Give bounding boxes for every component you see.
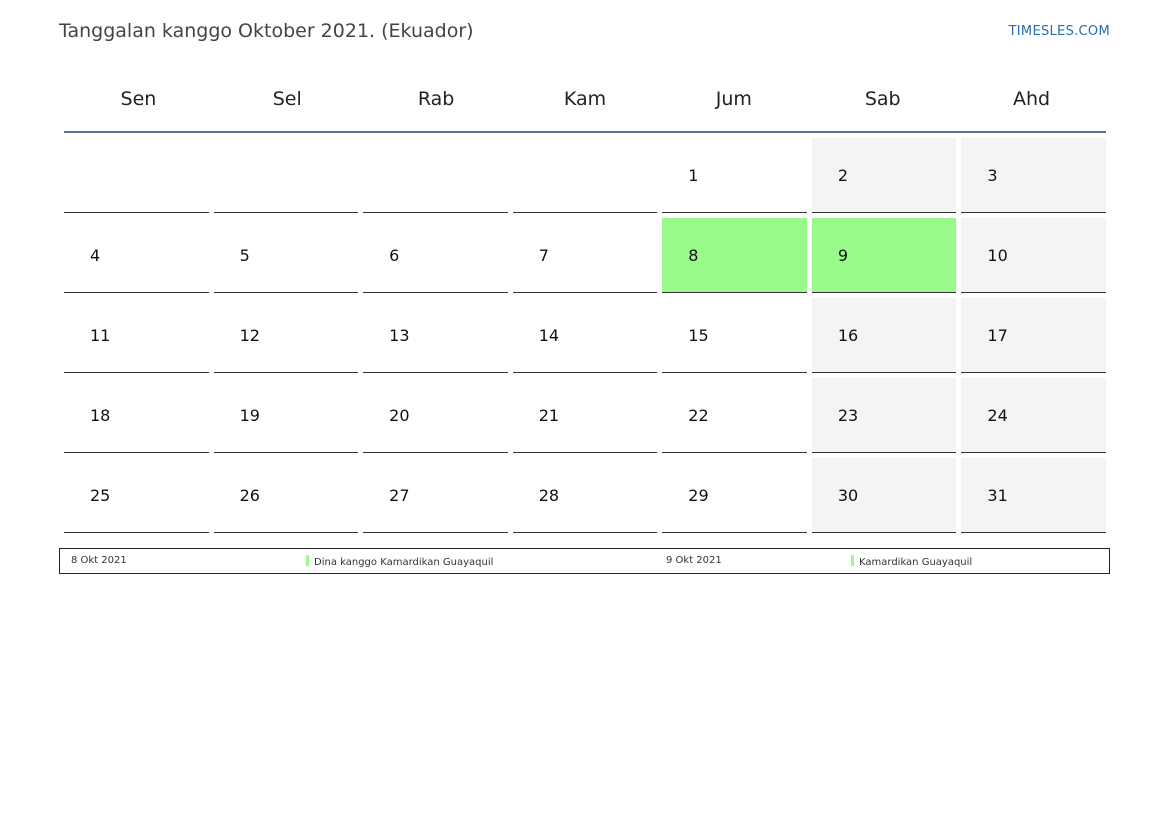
day-cell[interactable]: 8 [662, 218, 807, 293]
day-number: 5 [239, 246, 250, 265]
day-number: 28 [538, 486, 560, 505]
day-number: 10 [987, 246, 1008, 265]
day-number: 2 [837, 166, 849, 185]
day-number: 17 [987, 326, 1008, 345]
holiday-legend: 8 Okt 2021 Dina kanggo Kamardikan Guayaq… [59, 548, 1110, 574]
legend-holiday-name: Kamardikan Guayaquil [851, 555, 972, 568]
day-number: 3 [987, 166, 998, 185]
calendar-week-row: 25 26 27 28 29 30 31 [64, 458, 1106, 533]
holiday-marker [851, 555, 854, 566]
calendar: Sen Sel Rab Kam Jum Sab Ahd 1 2 3 4 5 6 7 8 9 10 1… [64, 70, 1106, 538]
day-cell[interactable]: 2 [811, 138, 957, 213]
calendar-week-row: 18 19 20 21 22 23 24 [64, 378, 1106, 453]
day-cell[interactable]: 16 [811, 298, 957, 373]
weekday-label: Sab [864, 88, 901, 110]
day-cell[interactable]: 28 [512, 458, 658, 533]
empty-day-cell [64, 138, 209, 213]
day-cell[interactable]: 17 [961, 298, 1106, 373]
empty-day-cell [213, 138, 359, 213]
weekday-label: Sel [272, 88, 302, 110]
legend-date: 9 Okt 2021 [666, 555, 722, 566]
day-number: 7 [538, 246, 549, 265]
day-cell[interactable]: 31 [961, 458, 1106, 533]
day-cell[interactable]: 11 [64, 298, 209, 373]
day-cell[interactable]: 21 [512, 378, 658, 453]
day-cell[interactable]: 7 [512, 218, 658, 293]
day-number: 15 [688, 326, 709, 345]
day-number: 19 [239, 406, 260, 425]
weekday-header-row: Sen Sel Rab Kam Jum Sab Ahd [64, 70, 1106, 133]
day-cell[interactable]: 20 [363, 378, 508, 453]
day-number: 18 [90, 406, 111, 425]
calendar-week-row: 4 5 6 7 8 9 10 [64, 218, 1106, 293]
day-number: 29 [688, 486, 709, 505]
weekday-label: Rab [417, 88, 455, 110]
day-number: 1 [688, 166, 699, 185]
day-cell[interactable]: 12 [213, 298, 359, 373]
day-cell[interactable]: 6 [363, 218, 508, 293]
day-number: 25 [90, 486, 111, 505]
day-cell[interactable]: 29 [662, 458, 807, 533]
day-cell[interactable]: 3 [961, 138, 1106, 213]
day-number: 27 [389, 486, 410, 505]
day-cell[interactable]: 22 [662, 378, 807, 453]
calendar-week-row: 11 12 13 14 15 16 17 [64, 298, 1106, 373]
legend-holiday-label: Kamardikan Guayaquil [859, 557, 973, 568]
day-number: 14 [538, 326, 560, 345]
day-number: 11 [90, 326, 111, 345]
day-cell[interactable]: 4 [64, 218, 209, 293]
weekday-label: Jum [715, 88, 752, 110]
day-cell[interactable]: 25 [64, 458, 209, 533]
day-number: 31 [987, 486, 1008, 505]
weekday-label: Ahd [1013, 88, 1051, 110]
day-number: 23 [837, 406, 859, 425]
day-number: 9 [837, 246, 849, 265]
day-number: 8 [688, 246, 699, 265]
day-cell[interactable]: 18 [64, 378, 209, 453]
legend-holiday-name: Dina kanggo Kamardikan Guayaquil [306, 555, 493, 568]
day-cell[interactable]: 19 [213, 378, 359, 453]
day-number: 6 [389, 246, 400, 265]
day-number: 13 [389, 326, 410, 345]
calendar-weeks: 1 2 3 4 5 6 7 8 9 10 11 12 13 14 15 16 17 18 19 20 21 22 23 24 2… [64, 138, 1106, 533]
day-number: 20 [389, 406, 410, 425]
empty-day-cell [363, 138, 508, 213]
day-cell[interactable]: 5 [213, 218, 359, 293]
weekday-label: Sen [120, 88, 157, 110]
day-cell[interactable]: 14 [512, 298, 658, 373]
legend-date: 8 Okt 2021 [71, 555, 127, 566]
day-cell[interactable]: 9 [811, 218, 957, 293]
weekday-label: Kam [563, 88, 607, 110]
day-number: 21 [538, 406, 560, 425]
day-cell[interactable]: 15 [662, 298, 807, 373]
page-title: Tanggalan kanggo Oktober 2021. (Ekuador) [59, 20, 474, 42]
day-cell[interactable]: 24 [961, 378, 1106, 453]
day-cell[interactable]: 13 [363, 298, 508, 373]
day-cell[interactable]: 1 [662, 138, 807, 213]
site-link[interactable]: TIMESLES.COM [1009, 24, 1110, 39]
empty-day-cell [512, 138, 658, 213]
day-number: 30 [837, 486, 859, 505]
calendar-week-row: 1 2 3 [64, 138, 1106, 213]
day-number: 22 [688, 406, 709, 425]
day-cell[interactable]: 27 [363, 458, 508, 533]
day-number: 16 [837, 326, 859, 345]
day-number: 4 [90, 246, 101, 265]
legend-holiday-label: Dina kanggo Kamardikan Guayaquil [314, 557, 494, 568]
holiday-marker [306, 555, 309, 566]
day-number: 24 [987, 406, 1008, 425]
day-cell[interactable]: 26 [213, 458, 359, 533]
day-number: 26 [239, 486, 260, 505]
day-cell[interactable]: 23 [811, 378, 957, 453]
day-number: 12 [239, 326, 260, 345]
day-cell[interactable]: 30 [811, 458, 957, 533]
day-cell[interactable]: 10 [961, 218, 1106, 293]
